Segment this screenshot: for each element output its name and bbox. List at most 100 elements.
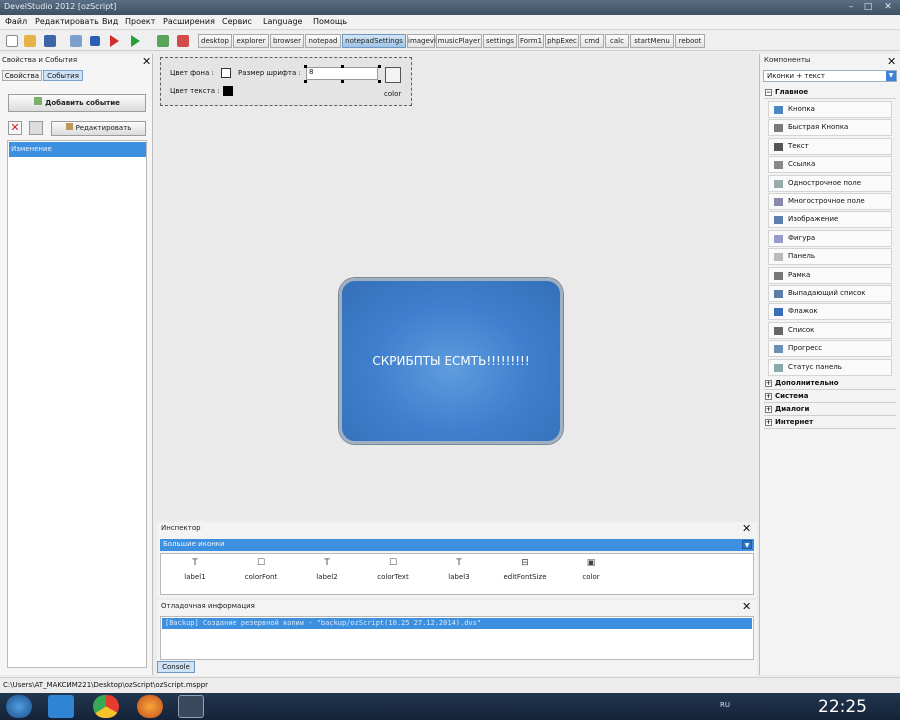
expand-icon[interactable]: + xyxy=(765,393,772,400)
tab-events[interactable]: События xyxy=(43,70,83,81)
selection-handle[interactable] xyxy=(304,65,307,68)
selection-handle[interactable] xyxy=(341,65,344,68)
group-2[interactable]: + Система xyxy=(764,391,896,403)
component-item[interactable]: Рамка xyxy=(768,266,892,284)
group-3[interactable]: + Диалоги xyxy=(764,404,896,416)
collapse-icon[interactable]: − xyxy=(765,89,772,96)
close-window-button[interactable]: ✕ xyxy=(881,1,895,13)
tab-imageview[interactable]: imageview xyxy=(407,34,446,48)
tab-form1[interactable]: Form1 xyxy=(518,34,544,48)
explorer-icon[interactable] xyxy=(48,695,74,718)
component-item[interactable]: Кнопка xyxy=(768,101,892,118)
develstudio-icon[interactable] xyxy=(178,695,204,718)
component-item[interactable]: Панель xyxy=(768,248,892,266)
chevron-down-icon[interactable]: ▼ xyxy=(886,71,896,81)
group-4[interactable]: + Интернет xyxy=(764,417,896,429)
menu-extensions[interactable]: Расширения xyxy=(163,17,215,26)
maximize-button[interactable]: □ xyxy=(861,1,875,13)
properties-icon[interactable] xyxy=(70,35,82,47)
component-item[interactable]: Флажок xyxy=(768,303,892,321)
tab-settings[interactable]: settings xyxy=(483,34,517,48)
expand-icon[interactable]: + xyxy=(765,380,772,387)
inspector-item[interactable]: Tlabel1 xyxy=(165,558,225,581)
add-event-button[interactable]: Добавить событие xyxy=(8,94,146,112)
list-item[interactable]: Изменение xyxy=(9,142,146,157)
inspector-item[interactable]: ▣ color xyxy=(561,558,621,581)
menu-project[interactable]: Проект xyxy=(125,17,155,26)
tab-properties[interactable]: Свойства xyxy=(2,70,42,81)
menu-file[interactable]: Файл xyxy=(5,17,27,26)
component-item[interactable]: Выпадающий список xyxy=(768,285,892,302)
close-icon[interactable]: ✕ xyxy=(742,601,751,612)
menu-service[interactable]: Сервис xyxy=(222,17,252,26)
bg-color-checkbox[interactable] xyxy=(221,68,231,78)
tab-notepadsettings[interactable]: notepadSettings xyxy=(342,34,406,48)
selection-handle[interactable] xyxy=(341,80,344,83)
close-icon[interactable]: ✕ xyxy=(742,523,751,534)
tab-browser[interactable]: browser xyxy=(270,34,304,48)
font-size-field[interactable]: 8 xyxy=(306,67,378,80)
run-debug-icon[interactable] xyxy=(110,35,119,47)
inspector-item[interactable]: ⊟ editFontSize xyxy=(495,558,555,581)
text-color-swatch[interactable] xyxy=(223,86,233,96)
firefox-icon[interactable] xyxy=(137,695,163,718)
tab-console[interactable]: Console xyxy=(157,661,195,673)
stop-icon[interactable] xyxy=(90,36,100,46)
group-0[interactable]: − Главное xyxy=(764,87,896,99)
component-item[interactable]: Статус панель xyxy=(768,358,892,376)
inspector-item[interactable]: ☐ colorFont xyxy=(231,558,291,581)
tab-reboot[interactable]: reboot xyxy=(675,34,705,48)
selection-handle[interactable] xyxy=(304,80,307,83)
tab-notepad[interactable]: notepad xyxy=(305,34,341,48)
save-icon[interactable] xyxy=(44,35,56,47)
tab-musicplayer[interactable]: musicPlayer xyxy=(436,34,482,48)
add-form-icon[interactable] xyxy=(157,35,169,47)
component-item[interactable]: Ссылка xyxy=(768,156,892,174)
close-icon[interactable]: ✕ xyxy=(142,56,151,67)
expand-icon[interactable]: + xyxy=(765,406,772,413)
component-item[interactable]: Фигура xyxy=(768,229,892,247)
tab-explorer[interactable]: explorer xyxy=(233,34,269,48)
component-item[interactable]: Многострочное поле xyxy=(768,193,892,210)
tab-calc[interactable]: calc xyxy=(605,34,629,48)
menu-edit[interactable]: Редактировать xyxy=(35,17,99,26)
inspector-view-select[interactable]: Большие иконки ▼ xyxy=(160,539,754,551)
language-indicator[interactable]: RU xyxy=(720,701,730,709)
tab-desktop[interactable]: desktop xyxy=(198,34,232,48)
chevron-down-icon[interactable]: ▼ xyxy=(742,540,752,549)
chrome-icon[interactable] xyxy=(93,695,119,718)
open-folder-icon[interactable] xyxy=(24,35,36,47)
settings-panel[interactable]: Цвет фона : Размер шрифта : 8 Цвет текст… xyxy=(160,57,412,106)
selection-handle[interactable] xyxy=(378,80,381,83)
event-settings-icon[interactable] xyxy=(29,121,43,135)
edit-event-button[interactable]: Редактировать xyxy=(51,121,146,136)
component-item[interactable]: Быстрая Кнопка xyxy=(768,119,892,137)
view-mode-select[interactable]: Иконки + текст ▼ xyxy=(763,70,897,82)
close-icon[interactable]: ✕ xyxy=(887,56,896,67)
inspector-item[interactable]: Tlabel3 xyxy=(429,558,489,581)
menu-language[interactable]: Language xyxy=(263,17,302,26)
component-item[interactable]: Список xyxy=(768,321,892,339)
component-item[interactable]: Прогресс xyxy=(768,340,892,358)
group-1[interactable]: + Дополнительно xyxy=(764,378,896,390)
scripts-button[interactable]: СКРИБПТЫ ЕСМТЬ!!!!!!!!! xyxy=(339,278,563,444)
color-picker-icon[interactable] xyxy=(385,67,401,83)
delete-form-icon[interactable] xyxy=(177,35,189,47)
expand-icon[interactable]: + xyxy=(765,419,772,426)
component-item[interactable]: Текст xyxy=(768,137,892,155)
tab-phpexec[interactable]: phpExec xyxy=(545,34,579,48)
new-file-icon[interactable] xyxy=(6,35,18,47)
selection-handle[interactable] xyxy=(378,65,381,68)
menu-view[interactable]: Вид xyxy=(102,17,118,26)
run-icon[interactable] xyxy=(131,35,140,47)
component-item[interactable]: Однострочное поле xyxy=(768,174,892,192)
menu-help[interactable]: Помощь xyxy=(313,17,347,26)
delete-event-icon[interactable]: ✕ xyxy=(8,121,22,135)
windows-start-icon[interactable] xyxy=(6,695,32,718)
inspector-item[interactable]: ☐ colorText xyxy=(363,558,423,581)
tab-startmenu[interactable]: startMenu xyxy=(630,34,674,48)
clock[interactable]: 22:25 xyxy=(818,697,867,717)
component-item[interactable]: Изображение xyxy=(768,211,892,229)
minimize-button[interactable]: – xyxy=(844,1,858,13)
inspector-item[interactable]: Tlabel2 xyxy=(297,558,357,581)
